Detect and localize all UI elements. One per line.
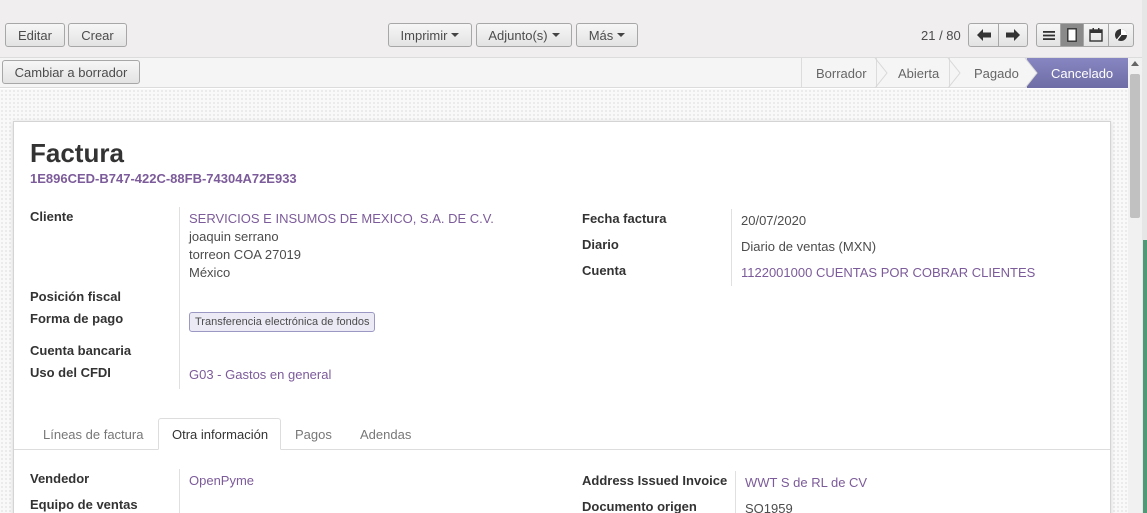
- posicion-fiscal-label: Posición fiscal: [30, 289, 122, 304]
- stage-bar: Borrador Abierta Pagado Cancelado: [801, 58, 1128, 88]
- caret-down-icon: [551, 33, 560, 37]
- stage-label: Abierta: [898, 65, 940, 81]
- attachments-dropdown[interactable]: Adjunto(s): [476, 23, 572, 47]
- address-issued-link[interactable]: WWT S de RL de CV: [745, 475, 867, 490]
- uso-cfdi-label: Uso del CFDI: [30, 365, 111, 380]
- reset-to-draft-button[interactable]: Cambiar a borrador: [2, 60, 140, 84]
- stage-cancelled[interactable]: Cancelado: [1026, 58, 1128, 88]
- graph-view-button[interactable]: [1108, 23, 1134, 47]
- list-view-button[interactable]: [1036, 23, 1061, 47]
- equipo-ventas-label: Equipo de ventas: [30, 497, 138, 512]
- form-view-button[interactable]: [1060, 23, 1084, 47]
- tab-payments[interactable]: Pagos: [282, 418, 342, 450]
- field-separator: [731, 209, 732, 286]
- tab-label: Líneas de factura: [43, 426, 144, 442]
- field-separator: [179, 207, 180, 389]
- create-button[interactable]: Crear: [68, 23, 127, 47]
- stage-label: Borrador: [816, 65, 867, 81]
- fecha-factura-label: Fecha factura: [582, 211, 667, 226]
- cliente-link[interactable]: SERVICIOS E INSUMOS DE MEXICO, S.A. DE C…: [189, 211, 494, 226]
- cuenta-label: Cuenta: [582, 263, 627, 278]
- notebook-tabs: Líneas de factura Otra información Pagos…: [14, 418, 1110, 450]
- forma-pago-tag[interactable]: Transferencia electrónica de fondos: [189, 312, 376, 332]
- print-label: Imprimir: [400, 27, 448, 43]
- forma-pago-label: Forma de pago: [30, 311, 124, 326]
- window-edge-accent: [1143, 240, 1147, 513]
- list-view-icon: [1042, 30, 1055, 40]
- stage-label: Cancelado: [1051, 65, 1114, 81]
- calendar-view-icon: [1089, 28, 1103, 42]
- attachments-label: Adjunto(s): [488, 27, 548, 43]
- vendedor-link[interactable]: OpenPyme: [189, 473, 254, 488]
- cliente-contact: joaquin serrano: [189, 229, 279, 244]
- scroll-up-icon[interactable]: [1131, 61, 1139, 66]
- cliente-country: México: [189, 265, 231, 280]
- caret-down-icon: [451, 33, 460, 37]
- tab-other-info[interactable]: Otra información: [158, 418, 281, 450]
- field-separator: [179, 469, 180, 513]
- diario-label: Diario: [582, 237, 619, 252]
- cuenta-bancaria-label: Cuenta bancaria: [30, 343, 132, 358]
- documento-origen-label: Documento origen: [582, 499, 697, 513]
- scrollbar-thumb[interactable]: [1130, 74, 1140, 218]
- stage-draft[interactable]: Borrador: [801, 58, 876, 88]
- page-title: Factura: [30, 138, 124, 168]
- status-bar: Cambiar a borrador Borrador Abierta Paga…: [0, 58, 1128, 88]
- vendedor-label: Vendedor: [30, 471, 90, 486]
- cuenta-link[interactable]: 1122001000 CUENTAS POR COBRAR CLIENTES: [741, 265, 1035, 280]
- field-separator: [735, 471, 736, 513]
- form-view-icon: [1067, 28, 1077, 42]
- diario-value: Diario de ventas (MXN): [741, 239, 877, 254]
- tab-addenda[interactable]: Adendas: [346, 418, 426, 450]
- tab-label: Pagos: [295, 426, 332, 442]
- stage-label: Pagado: [974, 65, 1019, 81]
- invoice-uuid: 1E896CED-B747-422C-88FB-74304A72E933: [30, 171, 297, 186]
- cliente-city: torreon COA 27019: [189, 247, 302, 262]
- calendar-view-button[interactable]: [1083, 23, 1109, 47]
- control-panel: Editar Crear Imprimir Adjunto(s) Más 21 …: [0, 0, 1147, 58]
- stage-paid[interactable]: Pagado: [949, 58, 1026, 88]
- print-dropdown[interactable]: Imprimir: [388, 23, 472, 47]
- arrow-left-icon: [976, 29, 991, 41]
- caret-down-icon: [617, 33, 626, 37]
- fecha-factura-value: 20/07/2020: [741, 213, 807, 228]
- edit-button[interactable]: Editar: [5, 23, 65, 47]
- pager-previous-button[interactable]: [968, 23, 999, 47]
- more-label: Más: [588, 27, 614, 43]
- graph-view-icon: [1115, 29, 1127, 41]
- uso-cfdi-link[interactable]: G03 - Gastos en general: [189, 367, 331, 382]
- stage-open[interactable]: Abierta: [876, 58, 949, 88]
- pager-value[interactable]: 21 / 80: [921, 28, 961, 43]
- tab-label: Adendas: [360, 426, 412, 442]
- tab-invoice-lines[interactable]: Líneas de factura: [30, 418, 170, 450]
- pager-next-button[interactable]: [998, 23, 1028, 47]
- documento-origen-value: SO1959: [745, 501, 793, 513]
- cliente-label: Cliente: [30, 209, 74, 224]
- tab-label: Otra información: [172, 426, 269, 442]
- more-dropdown[interactable]: Más: [576, 23, 638, 47]
- arrow-right-icon: [1006, 29, 1020, 41]
- address-issued-label: Address Issued Invoice: [582, 473, 728, 488]
